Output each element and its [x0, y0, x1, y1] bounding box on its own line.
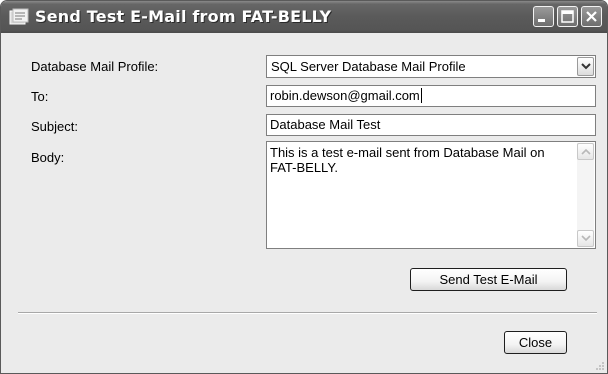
- dropdown-button[interactable]: [577, 57, 594, 76]
- body-textarea[interactable]: This is a test e-mail sent from Database…: [266, 141, 596, 249]
- close-window-button[interactable]: [581, 6, 602, 27]
- body-label: Body:: [31, 150, 65, 165]
- window-title: Send Test E-Mail from FAT-BELLY: [35, 7, 332, 26]
- scroll-up-button[interactable]: [577, 143, 594, 160]
- subject-label: Subject:: [31, 119, 78, 134]
- text-caret: [420, 88, 422, 103]
- scroll-down-button[interactable]: [577, 230, 594, 247]
- app-icon: [9, 8, 29, 26]
- to-field-value: robin.dewson@gmail.com: [270, 88, 420, 103]
- send-test-email-button[interactable]: Send Test E-Mail: [410, 268, 567, 291]
- divider: [18, 312, 597, 314]
- chevron-up-icon: [581, 148, 591, 155]
- body-text: This is a test e-mail sent from Database…: [270, 145, 545, 175]
- body-scrollbar[interactable]: [577, 143, 594, 247]
- minimize-icon: [538, 19, 545, 22]
- profile-label: Database Mail Profile:: [31, 59, 159, 74]
- subject-field-value: Database Mail Test: [270, 117, 381, 132]
- profile-select[interactable]: SQL Server Database Mail Profile: [266, 55, 596, 78]
- to-label: To:: [31, 89, 49, 104]
- subject-field[interactable]: Database Mail Test: [266, 114, 596, 136]
- profile-select-value: SQL Server Database Mail Profile: [271, 59, 466, 74]
- chevron-down-icon: [581, 63, 591, 70]
- to-field[interactable]: robin.dewson@gmail.com: [266, 85, 596, 107]
- send-test-email-dialog: Send Test E-Mail from FAT-BELLY Database…: [0, 0, 608, 374]
- minimize-button[interactable]: [533, 6, 554, 27]
- chevron-down-icon: [581, 235, 591, 242]
- resize-grip-icon[interactable]: [593, 359, 605, 371]
- maximize-icon: [561, 10, 574, 23]
- close-button[interactable]: Close: [504, 331, 567, 354]
- maximize-button[interactable]: [557, 6, 578, 27]
- title-bar[interactable]: Send Test E-Mail from FAT-BELLY: [1, 1, 607, 33]
- close-icon: [586, 11, 597, 22]
